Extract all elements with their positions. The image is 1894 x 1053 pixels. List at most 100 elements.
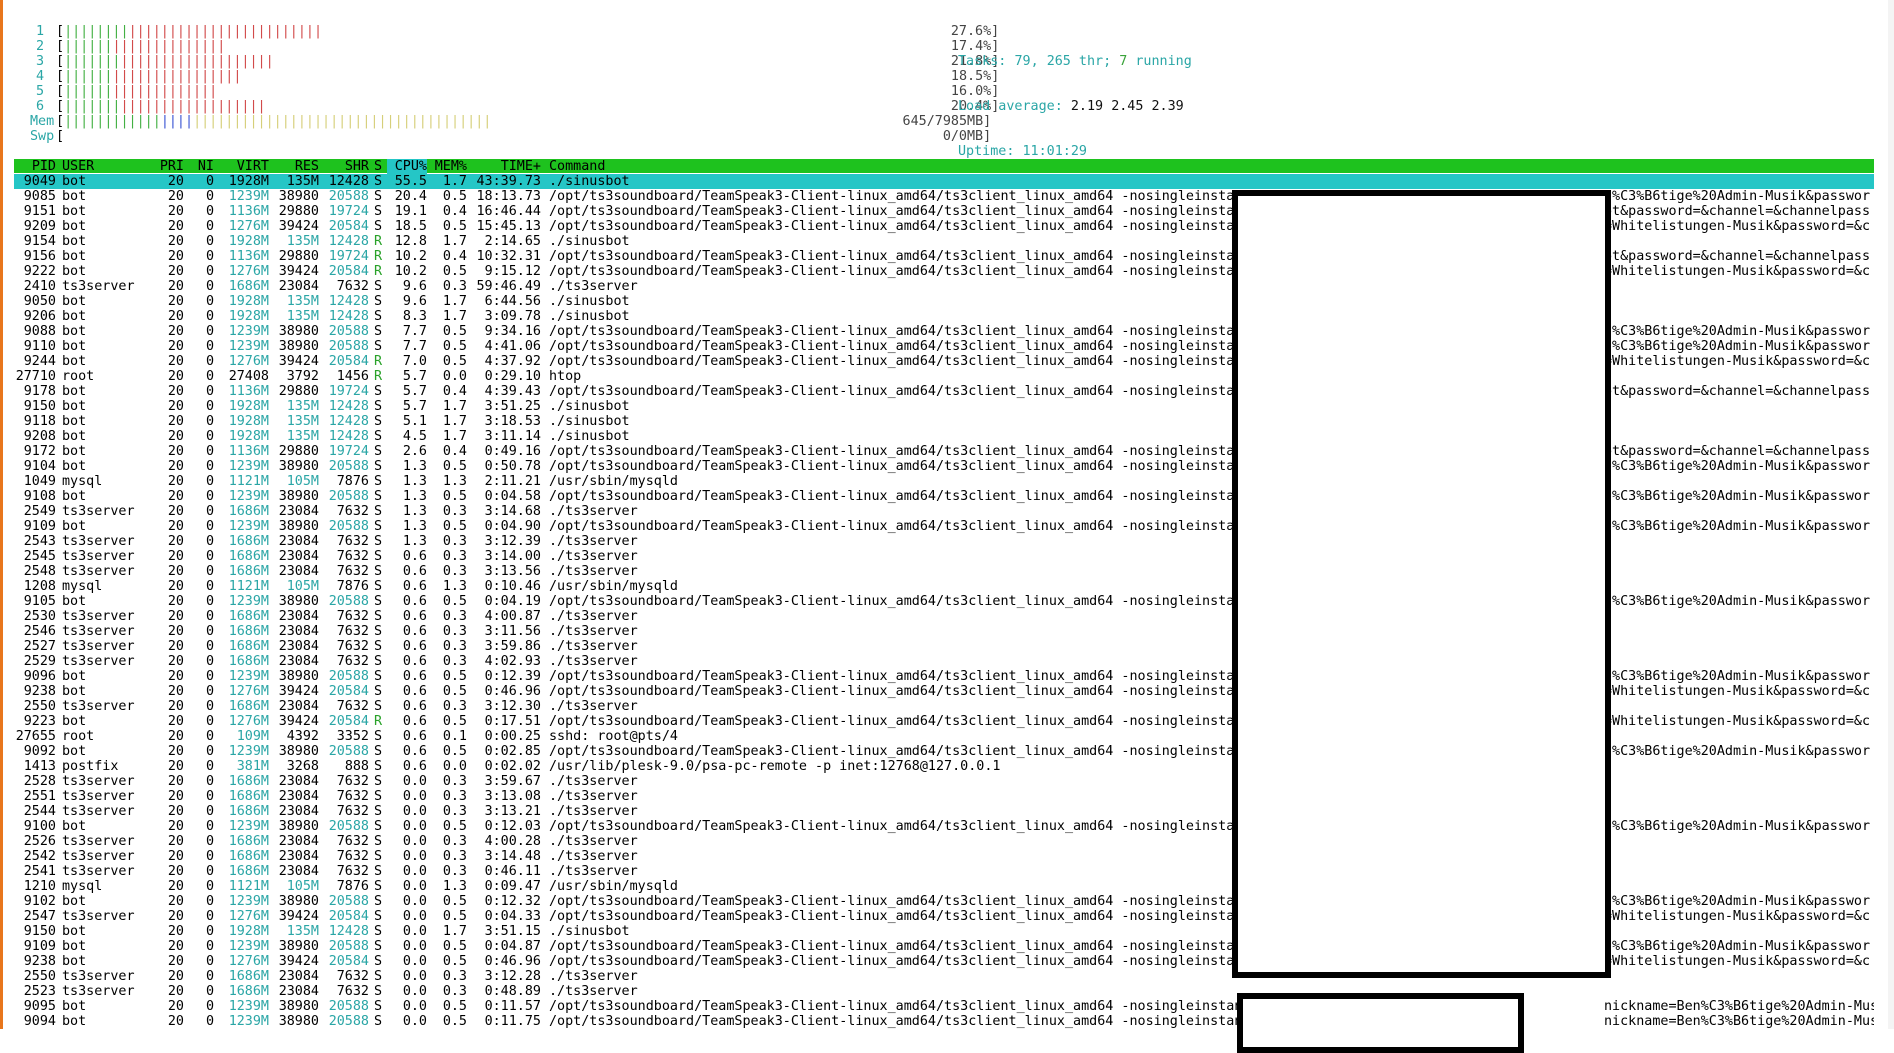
process-pid: 2528 (23, 774, 56, 789)
process-cpu: 1.3 (402, 459, 427, 474)
process-row[interactable]: 9095 bot 20 0 1239M 38980 20588 S 0.0 0.5 0:11.57 /… (14, 999, 1874, 1014)
process-pri: 20 (167, 714, 184, 729)
process-pri: 20 (167, 684, 184, 699)
process-virt: 381M (236, 759, 269, 774)
process-mem: 0.5 (442, 909, 467, 924)
process-shr: 20588 (328, 489, 369, 504)
column-header-pid[interactable]: PID (14, 159, 56, 174)
process-cpu: 5.1 (402, 414, 427, 429)
process-s: S (373, 309, 383, 324)
process-virt: 1239M (228, 594, 269, 609)
cpu-user-bar: ||||||| (64, 54, 121, 69)
meter-pad (274, 54, 951, 69)
process-time: 3:51.25 (484, 399, 541, 414)
process-pid: 2541 (23, 864, 56, 879)
process-virt: 1136M (228, 204, 269, 219)
process-cmd: /usr/sbin/mysqld (549, 474, 678, 489)
process-cmd: ./ts3server (549, 849, 638, 864)
process-user: ts3server (62, 279, 135, 294)
column-header-cpu[interactable]: CPU% (387, 159, 427, 174)
process-pid: 1049 (23, 474, 56, 489)
process-virt: 1239M (228, 744, 269, 759)
process-pid: 9223 (23, 714, 56, 729)
process-cmd: ./ts3server (549, 624, 638, 639)
column-header-time[interactable]: TIME+ (467, 159, 541, 174)
process-ni: 0 (205, 699, 214, 714)
process-mem: 1.7 (442, 174, 467, 189)
process-pid: 9094 (23, 1014, 56, 1029)
process-virt: 1928M (228, 429, 269, 444)
process-virt: 109M (236, 729, 269, 744)
process-shr: 19724 (328, 384, 369, 399)
column-header-command[interactable]: Command (541, 159, 605, 174)
process-res: 23084 (278, 564, 319, 579)
summary-panel: Tasks: 79, 265 thr; 7 running Load avera… (958, 24, 1192, 174)
process-user: mysql (62, 879, 103, 894)
scrollbar[interactable] (1888, 0, 1894, 1029)
process-cpu: 0.6 (402, 639, 427, 654)
process-s: S (373, 909, 383, 924)
process-res: 29880 (278, 249, 319, 264)
process-shr: 20588 (328, 519, 369, 534)
process-user: bot (62, 444, 87, 459)
process-virt: 1239M (228, 189, 269, 204)
process-virt: 1121M (228, 579, 269, 594)
process-user: ts3server (62, 609, 135, 624)
process-row[interactable]: 2523 ts3server 20 0 1686M 23084 7632 S 0.0 0.3 0:4… (14, 984, 1874, 999)
process-cmd: ./sinusbot (549, 399, 630, 414)
process-s: S (373, 834, 383, 849)
process-ni: 0 (205, 234, 214, 249)
process-row[interactable]: 9094 bot 20 0 1239M 38980 20588 S 0.0 0.5 0:11.75 /… (14, 1014, 1874, 1029)
process-pid: 9222 (23, 264, 56, 279)
column-header-user[interactable]: USER (56, 159, 146, 174)
process-cpu: 0.0 (402, 774, 427, 789)
process-s: S (373, 939, 383, 954)
process-s: R (373, 714, 383, 729)
process-time: 4:41.06 (484, 339, 541, 354)
process-ni: 0 (205, 759, 214, 774)
process-shr: 20584 (328, 714, 369, 729)
process-pid: 9105 (23, 594, 56, 609)
process-shr: 20588 (328, 339, 369, 354)
process-time: 2:11.21 (484, 474, 541, 489)
process-ni: 0 (205, 264, 214, 279)
process-res: 4392 (286, 729, 319, 744)
process-cmd: htop (549, 369, 582, 384)
column-header-mem[interactable]: MEM% (427, 159, 467, 174)
column-header-virt[interactable]: VIRT (214, 159, 269, 174)
process-res: 38980 (278, 489, 319, 504)
process-shr: 3352 (336, 729, 369, 744)
process-ni: 0 (205, 504, 214, 519)
column-header-ni[interactable]: NI (184, 159, 214, 174)
process-ni: 0 (205, 879, 214, 894)
process-cpu: 0.0 (402, 864, 427, 879)
process-s: S (373, 879, 383, 894)
process-s: R (373, 249, 383, 264)
process-shr: 20588 (328, 999, 369, 1014)
process-s: S (373, 219, 383, 234)
process-pri: 20 (167, 549, 184, 564)
column-header-shr[interactable]: SHR (319, 159, 369, 174)
process-s: S (373, 864, 383, 879)
process-pid: 2542 (23, 849, 56, 864)
process-mem: 1.7 (442, 429, 467, 444)
process-mem: 0.4 (442, 444, 467, 459)
column-header-s[interactable]: S (369, 159, 387, 174)
process-virt: 1121M (228, 474, 269, 489)
process-virt: 1239M (228, 669, 269, 684)
column-header-res[interactable]: RES (269, 159, 319, 174)
process-pri: 20 (167, 204, 184, 219)
process-cmd: /opt/ts3soundboard/TeamSpeak3-Client-lin… (549, 489, 1259, 504)
column-header-pri[interactable]: PRI (146, 159, 184, 174)
mem-buffers-bar: |||| (160, 114, 194, 129)
process-cpu: 0.6 (402, 699, 427, 714)
process-pri: 20 (167, 639, 184, 654)
uptime-label: Uptime: (958, 144, 1023, 159)
process-user: ts3server (62, 624, 135, 639)
process-pri: 20 (167, 564, 184, 579)
process-mem: 0.1 (442, 729, 467, 744)
meter-bracket: [ (56, 84, 65, 99)
process-res: 39424 (278, 684, 319, 699)
process-user: ts3server (62, 789, 135, 804)
process-row[interactable]: 9049 bot 20 0 1928M 135M 12428 S 55.5 1.7 43:39.73… (14, 174, 1874, 189)
